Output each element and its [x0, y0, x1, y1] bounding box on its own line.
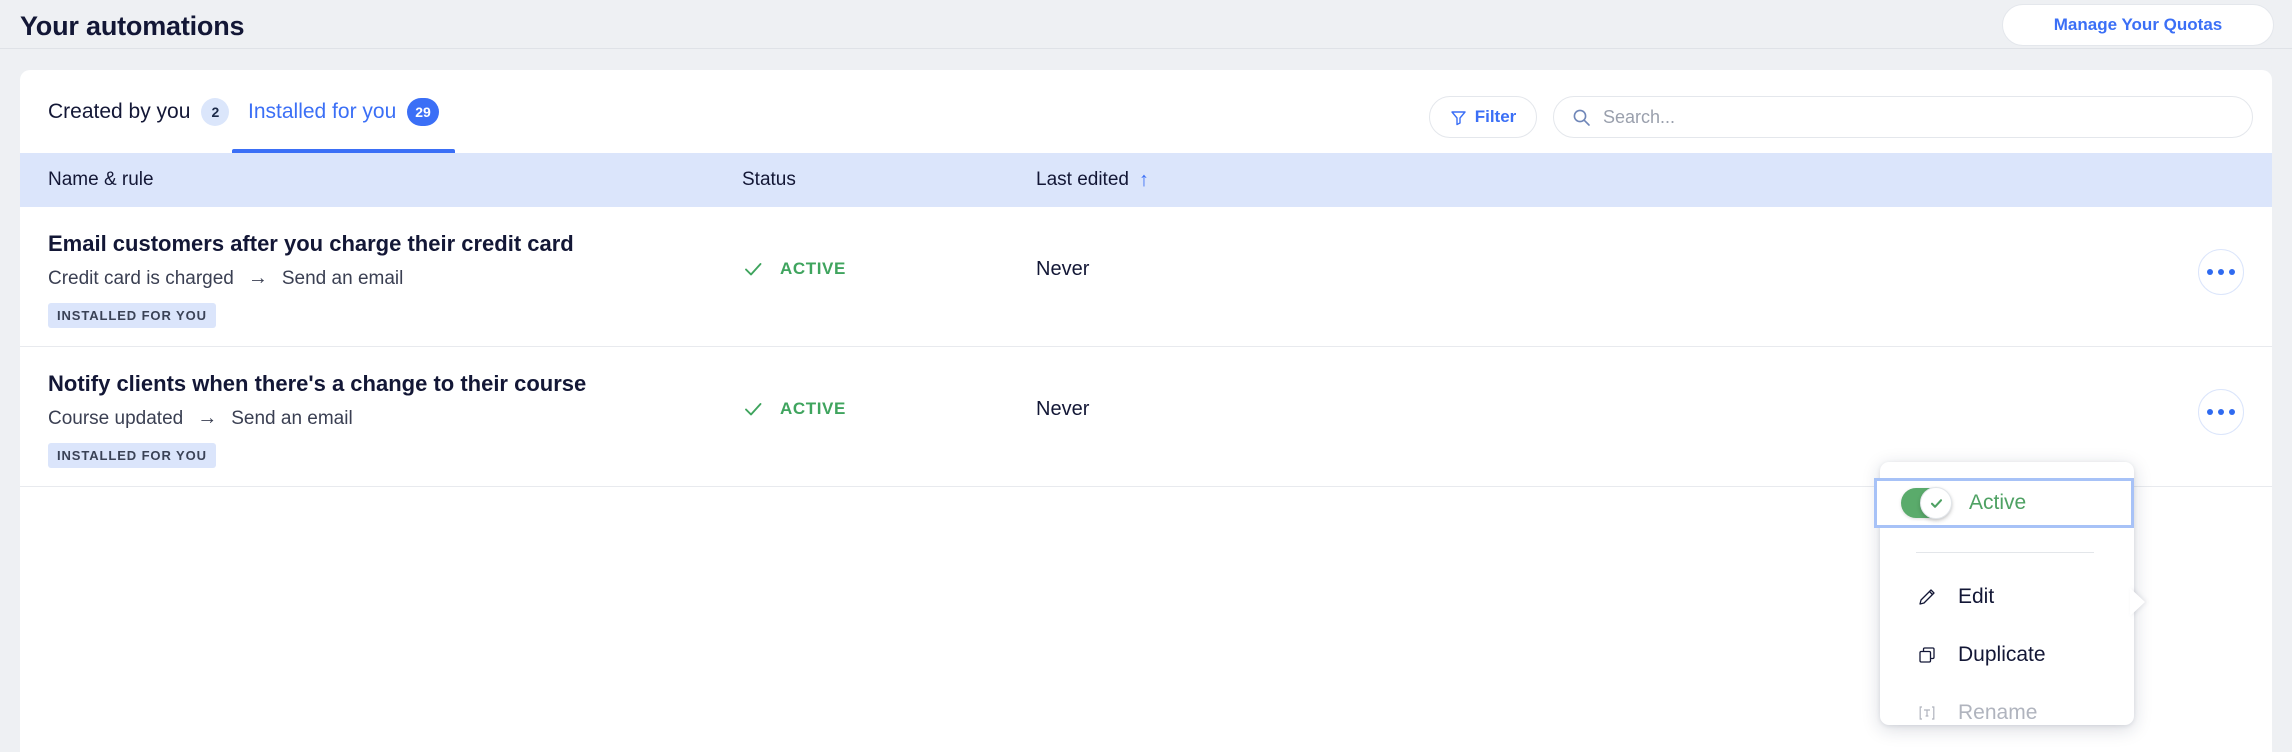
search-input[interactable]: Search... [1553, 96, 2253, 138]
pencil-icon [1916, 587, 1938, 607]
column-header-name: Name & rule [48, 169, 154, 190]
copy-icon [1916, 645, 1938, 665]
text-cursor-icon [1916, 703, 1938, 723]
page-title: Your automations [20, 11, 245, 41]
active-toggle-switch[interactable] [1901, 487, 1952, 519]
tab-created-count: 2 [201, 97, 230, 126]
top-bar: Your automations Manage Your Quotas [0, 0, 2292, 49]
menu-item-edit[interactable]: Edit [1880, 574, 2134, 620]
automation-last-edited: Never [1036, 398, 1090, 420]
ellipsis-icon [2229, 409, 2235, 415]
row-context-menu: Active Edit Duplicate Rename [1874, 462, 2134, 725]
automation-status: ACTIVE [742, 398, 846, 420]
tab-bar: Created by you 2 Installed for you 29 Fi… [20, 70, 2272, 153]
automation-rule: Credit card is charged → Send an email [48, 267, 403, 290]
status-badge: INSTALLED FOR YOU [48, 303, 216, 328]
tab-created-by-you[interactable]: Created by you 2 [32, 70, 245, 153]
filter-button[interactable]: Filter [1429, 96, 1537, 138]
search-placeholder: Search... [1603, 106, 1676, 127]
arrow-right-icon: → [197, 407, 218, 429]
table-row[interactable]: Email customers after you charge their c… [20, 207, 2272, 347]
menu-item-rename-label: Rename [1958, 701, 2038, 724]
search-icon [1572, 108, 1591, 127]
ellipsis-icon [2218, 409, 2224, 415]
column-header-last-edited-label: Last edited [1036, 169, 1129, 190]
check-icon [742, 258, 764, 280]
menu-item-edit-label: Edit [1958, 585, 1995, 608]
toggle-knob [1920, 487, 1952, 519]
menu-divider [1916, 552, 2094, 553]
ellipsis-icon [2218, 269, 2224, 275]
row-actions-button[interactable] [2198, 389, 2244, 435]
automation-name: Notify clients when there's a change to … [48, 371, 587, 396]
filter-label: Filter [1474, 107, 1517, 126]
tab-created-label: Created by you [48, 99, 191, 123]
column-header-status: Status [742, 169, 796, 190]
status-badge: INSTALLED FOR YOU [48, 443, 216, 468]
ellipsis-icon [2207, 409, 2213, 415]
check-icon [742, 398, 764, 420]
context-menu-caret [2130, 588, 2145, 616]
tab-installed-count: 29 [407, 97, 439, 126]
automation-trigger: Credit card is charged [48, 267, 234, 289]
ellipsis-icon [2229, 269, 2235, 275]
automation-rule: Course updated → Send an email [48, 407, 353, 430]
arrow-right-icon: → [247, 267, 268, 289]
sort-ascending-icon: ↑ [1138, 169, 1149, 191]
automation-name: Email customers after you charge their c… [48, 231, 574, 256]
active-toggle-label: Active [1969, 491, 2027, 514]
ellipsis-icon [2207, 269, 2213, 275]
automation-status: ACTIVE [742, 258, 846, 280]
menu-item-duplicate-label: Duplicate [1958, 643, 2046, 666]
menu-item-active-toggle[interactable]: Active [1874, 478, 2134, 528]
funnel-icon [1450, 109, 1467, 126]
menu-item-duplicate[interactable]: Duplicate [1880, 632, 2134, 678]
automation-trigger: Course updated [48, 407, 184, 429]
automation-status-label: ACTIVE [780, 259, 846, 278]
manage-quotas-button[interactable]: Manage Your Quotas [2002, 4, 2274, 46]
automation-action: Send an email [281, 267, 404, 289]
column-header-last-edited[interactable]: Last edited ↑ [1036, 169, 1149, 191]
table-header: Name & rule Status Last edited ↑ [20, 153, 2272, 207]
automations-page: Your automations Manage Your Quotas Crea… [0, 0, 2292, 752]
automation-last-edited: Never [1036, 258, 1090, 280]
menu-item-rename: Rename [1880, 690, 2134, 736]
automation-action: Send an email [231, 407, 353, 429]
tab-installed-for-you[interactable]: Installed for you 29 [232, 70, 455, 153]
automation-status-label: ACTIVE [780, 399, 846, 418]
tab-installed-label: Installed for you [248, 99, 397, 123]
row-actions-button[interactable] [2198, 249, 2244, 295]
